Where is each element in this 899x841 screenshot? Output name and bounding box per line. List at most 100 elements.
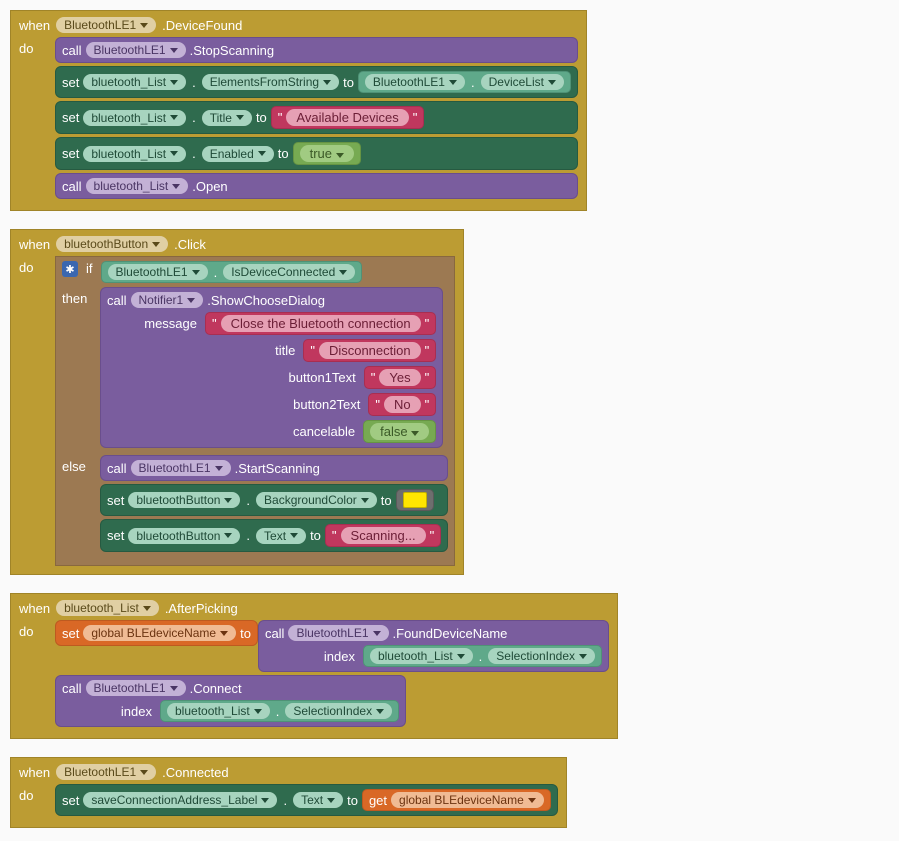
getter-selectionindex[interactable]: bluetooth_List . SelectionIndex [363, 645, 602, 667]
property-dropdown[interactable]: Text [256, 528, 306, 544]
component-dropdown[interactable]: bluetoothButton [56, 236, 168, 252]
component-dropdown[interactable]: bluetoothButton [128, 492, 240, 508]
set-enabled[interactable]: set bluetooth_List . Enabled to true [55, 137, 578, 170]
component-dropdown[interactable]: BluetoothLE1 [86, 680, 186, 696]
property-dropdown[interactable]: Enabled [202, 146, 274, 162]
component-dropdown[interactable]: bluetoothButton [128, 528, 240, 544]
set-backgroundcolor[interactable]: set bluetoothButton . BackgroundColor to [100, 484, 448, 516]
property-dropdown[interactable]: Text [293, 792, 343, 808]
chevron-down-icon [258, 151, 266, 156]
gear-icon[interactable]: ✱ [62, 261, 78, 277]
chevron-down-icon [336, 153, 344, 158]
chevron-down-icon [170, 151, 178, 156]
arg-message-label: message [107, 316, 197, 331]
set-global-bledevicename[interactable]: set global BLEdeviceName to [55, 620, 258, 646]
component-dropdown[interactable]: bluetooth_List [83, 110, 186, 126]
when-keyword: when [19, 237, 50, 252]
string-literal[interactable]: "No" [368, 393, 436, 416]
set-label-text[interactable]: set saveConnectionAddress_Label . Text t… [55, 784, 558, 816]
arg-index-label: index [265, 649, 355, 664]
call-startscanning[interactable]: call BluetoothLE1 .StartScanning [100, 455, 448, 481]
event-name: .AfterPicking [165, 601, 238, 616]
string-literal[interactable]: "Yes" [364, 366, 436, 389]
when-connected-block[interactable]: when BluetoothLE1 .Connected do set save… [10, 757, 567, 828]
when-keyword: when [19, 765, 50, 780]
variable-dropdown[interactable]: global BLEdeviceName [83, 625, 236, 641]
string-literal[interactable]: "Disconnection" [303, 339, 436, 362]
component-dropdown[interactable]: BluetoothLE1 [86, 42, 186, 58]
call-open[interactable]: call bluetooth_List .Open [55, 173, 578, 199]
do-keyword: do [19, 256, 47, 275]
string-literal[interactable]: "Scanning..." [325, 524, 441, 547]
property-dropdown[interactable]: BackgroundColor [256, 492, 377, 508]
getter-devicelist[interactable]: BluetoothLE1 . DeviceList [358, 71, 571, 93]
component-dropdown[interactable]: bluetooth_List [86, 178, 189, 194]
call-connect[interactable]: call BluetoothLE1 .Connect index bluetoo… [55, 675, 406, 727]
property-dropdown[interactable]: DeviceList [481, 74, 564, 90]
component-dropdown[interactable]: BluetoothLE1 [131, 460, 231, 476]
when-click-block[interactable]: when bluetoothButton .Click do ✱ if Blue… [10, 229, 464, 575]
component-dropdown[interactable]: bluetooth_List [167, 703, 270, 719]
component-dropdown[interactable]: BluetoothLE1 [288, 625, 388, 641]
arg-cancelable-label: cancelable [265, 424, 355, 439]
variable-dropdown[interactable]: global BLEdeviceName [391, 792, 544, 808]
chevron-down-icon [224, 533, 232, 538]
component-dropdown[interactable]: BluetoothLE1 [56, 17, 156, 33]
color-swatch-yellow [403, 492, 427, 508]
component-dropdown[interactable]: BluetoothLE1 [56, 764, 156, 780]
get-global-bledevicename[interactable]: get global BLEdeviceName [362, 789, 551, 811]
set-title[interactable]: set bluetooth_List . Title to " Availabl… [55, 101, 578, 134]
property-dropdown[interactable]: SelectionIndex [488, 648, 595, 664]
getter-selectionindex[interactable]: bluetooth_List . SelectionIndex [160, 700, 399, 722]
chevron-down-icon [261, 798, 269, 803]
set-text-scanning[interactable]: set bluetoothButton . Text to "Scanning.… [100, 519, 448, 552]
when-devicefound-block[interactable]: when BluetoothLE1 .DeviceFound do call B… [10, 10, 587, 211]
set-elementsfromstring[interactable]: set bluetooth_List . ElementsFromString … [55, 66, 578, 98]
arg-button1-label: button1Text [266, 370, 356, 385]
call-stopscanning[interactable]: call BluetoothLE1 .StopScanning [55, 37, 578, 63]
component-dropdown[interactable]: BluetoothLE1 [365, 74, 465, 90]
if-block[interactable]: ✱ if BluetoothLE1 . IsDeviceConnected th… [55, 256, 455, 566]
component-dropdown[interactable]: bluetooth_List [83, 74, 186, 90]
string-literal[interactable]: "Close the Bluetooth connection" [205, 312, 436, 335]
property-dropdown[interactable]: IsDeviceConnected [223, 264, 355, 280]
arg-button2-label: button2Text [270, 397, 360, 412]
event-name: .Connected [162, 765, 229, 780]
component-dropdown[interactable]: saveConnectionAddress_Label [83, 792, 277, 808]
component-dropdown[interactable]: bluetooth_List [370, 648, 473, 664]
chevron-down-icon [528, 798, 536, 803]
chevron-down-icon [373, 631, 381, 636]
property-dropdown[interactable]: ElementsFromString [202, 74, 339, 90]
arg-title-label: title [205, 343, 295, 358]
chevron-down-icon [290, 533, 298, 538]
if-keyword: if [86, 261, 93, 276]
color-literal[interactable] [396, 489, 434, 511]
component-dropdown[interactable]: bluetooth_List [56, 600, 159, 616]
property-dropdown[interactable]: Title [202, 110, 252, 126]
do-keyword: do [19, 784, 47, 803]
call-founddevicename[interactable]: call BluetoothLE1 .FoundDeviceName index… [258, 620, 609, 672]
chevron-down-icon [170, 686, 178, 691]
when-afterpicking-block[interactable]: when bluetooth_List .AfterPicking do set… [10, 593, 618, 739]
chevron-down-icon [170, 115, 178, 120]
chevron-down-icon [140, 23, 148, 28]
component-dropdown[interactable]: bluetooth_List [83, 146, 186, 162]
boolean-literal[interactable]: false [363, 420, 436, 443]
call-showchoosedialog[interactable]: call Notifier1 .ShowChooseDialog message… [100, 287, 443, 448]
chevron-down-icon [170, 80, 178, 85]
chevron-down-icon [376, 709, 384, 714]
string-literal[interactable]: " Available Devices " [271, 106, 425, 129]
chevron-down-icon [143, 606, 151, 611]
then-keyword: then [62, 287, 92, 306]
chevron-down-icon [323, 80, 331, 85]
event-name: .Click [174, 237, 206, 252]
getter-isdeviceconnected[interactable]: BluetoothLE1 . IsDeviceConnected [101, 261, 363, 283]
property-dropdown[interactable]: SelectionIndex [285, 703, 392, 719]
event-name: .DeviceFound [162, 18, 242, 33]
boolean-literal[interactable]: true [293, 142, 361, 165]
else-keyword: else [62, 455, 92, 474]
chevron-down-icon [457, 654, 465, 659]
chevron-down-icon [339, 270, 347, 275]
component-dropdown[interactable]: Notifier1 [131, 292, 204, 308]
component-dropdown[interactable]: BluetoothLE1 [108, 264, 208, 280]
